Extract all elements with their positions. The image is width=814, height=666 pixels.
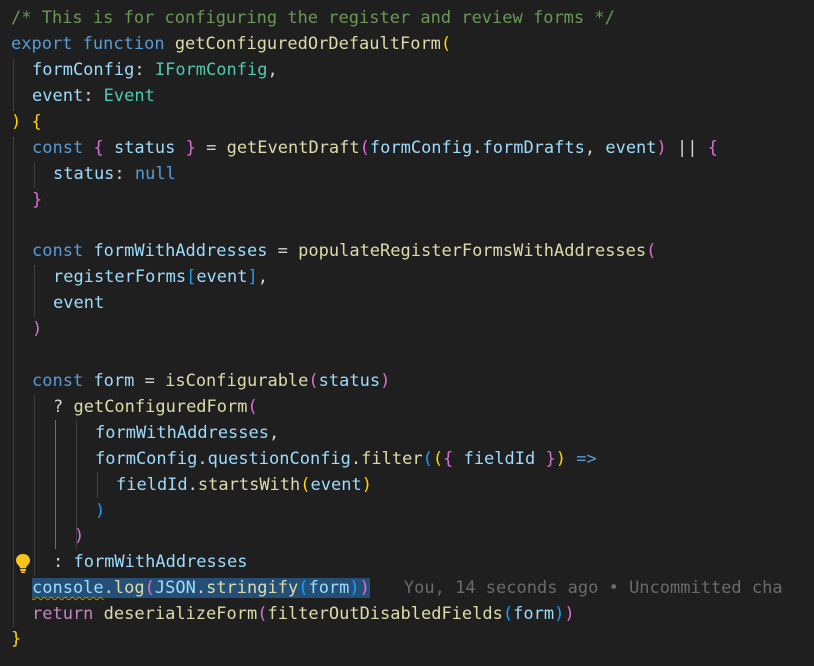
code-line-23-current: console.log(JSON.stringify(form)) You, 14… — [32, 578, 783, 598]
identifier: formConfig — [369, 138, 473, 158]
code-line-13: ) — [32, 319, 43, 339]
identifier: formWithAddresses — [93, 241, 268, 261]
indent-guide — [34, 395, 35, 576]
identifier: formDrafts — [482, 138, 585, 158]
function-call: getConfiguredForm — [73, 397, 248, 417]
code-line-4: event: Event — [32, 86, 155, 106]
code-line-2: export function getConfiguredOrDefaultFo… — [11, 34, 452, 54]
identifier: formWithAddresses — [73, 552, 248, 572]
keyword: const — [32, 371, 84, 391]
lightbulb-icon[interactable] — [14, 552, 32, 574]
identifier: registerForms — [53, 267, 187, 287]
code-line-20: ) — [95, 501, 106, 521]
code-line-12: event — [53, 291, 104, 317]
indent-guide — [97, 472, 98, 498]
function-call: deserializeForm — [103, 604, 258, 624]
identifier: fieldId — [463, 449, 536, 469]
function-call: populateRegisterFormsWithAddresses — [298, 241, 647, 261]
code-line-7: status: null — [53, 164, 176, 184]
code-line-5: ) { — [11, 112, 42, 132]
code-line-8: } — [32, 190, 43, 210]
code-line-3: formConfig: IFormConfig, — [32, 60, 278, 80]
identifier: JSON — [154, 578, 196, 598]
keyword: export — [11, 34, 73, 54]
function-call: log — [113, 578, 145, 598]
keyword: function — [82, 34, 165, 54]
identifier: formConfig — [95, 449, 198, 469]
code-line-11: registerForms[event], — [53, 267, 268, 287]
identifier: console — [32, 578, 104, 598]
code-line-16: ? getConfiguredForm( — [53, 397, 258, 417]
type-name: Event — [103, 86, 155, 106]
function-name: getConfiguredOrDefaultForm — [174, 34, 441, 54]
code-line-19: fieldId.startsWith(event) — [116, 475, 372, 495]
git-blame-annotation: You, 14 seconds ago • Uncommitted cha — [403, 578, 783, 598]
keyword: null — [134, 164, 176, 184]
type-name: IFormConfig — [154, 60, 268, 80]
indent-guide-active — [55, 420, 56, 549]
code-editor[interactable]: /* This is for configuring the register … — [0, 0, 814, 666]
identifier: event — [310, 475, 362, 495]
keyword: const — [32, 241, 84, 261]
keyword: const — [32, 138, 84, 158]
indent-guide — [34, 265, 35, 317]
code-line-24: return deserializeForm(filterOutDisabled… — [32, 604, 575, 624]
identifier: event — [196, 267, 248, 287]
function-call: filter — [361, 449, 423, 469]
function-call: getEventDraft — [226, 138, 360, 158]
identifier: form — [513, 604, 555, 624]
code-line-18: formConfig.questionConfig.filter(({ fiel… — [95, 449, 597, 469]
identifier: questionConfig — [207, 449, 351, 469]
keyword: return — [32, 604, 94, 624]
function-call: stringify — [206, 578, 299, 598]
identifier: formWithAddresses — [95, 423, 269, 443]
identifier: event — [32, 86, 84, 106]
code-line-15: const form = isConfigurable(status) — [32, 371, 391, 391]
identifier: status — [53, 164, 115, 184]
code-line-21: ) — [74, 526, 85, 546]
identifier: fieldId — [116, 475, 188, 495]
function-call: filterOutDisabledFields — [267, 604, 503, 624]
code-line-22: : formWithAddresses — [53, 552, 248, 572]
code-comment: /* This is for configuring the register … — [11, 8, 615, 28]
identifier: form — [308, 578, 350, 598]
identifier: formConfig — [32, 60, 135, 80]
code-line-6: const { status } = getEventDraft(formCon… — [32, 138, 718, 158]
identifier: event — [53, 293, 105, 313]
indent-guide — [13, 59, 14, 111]
identifier: event — [605, 138, 657, 158]
indent-guide — [34, 162, 35, 188]
function-call: isConfigurable — [165, 371, 309, 391]
code-line-10: const formWithAddresses = populateRegist… — [32, 241, 657, 261]
code-line-25: } — [11, 629, 22, 649]
function-call: startsWith — [197, 475, 301, 495]
identifier: status — [113, 138, 176, 158]
identifier: status — [318, 371, 381, 391]
identifier: form — [93, 371, 135, 391]
code-line-17: formWithAddresses, — [95, 423, 280, 443]
